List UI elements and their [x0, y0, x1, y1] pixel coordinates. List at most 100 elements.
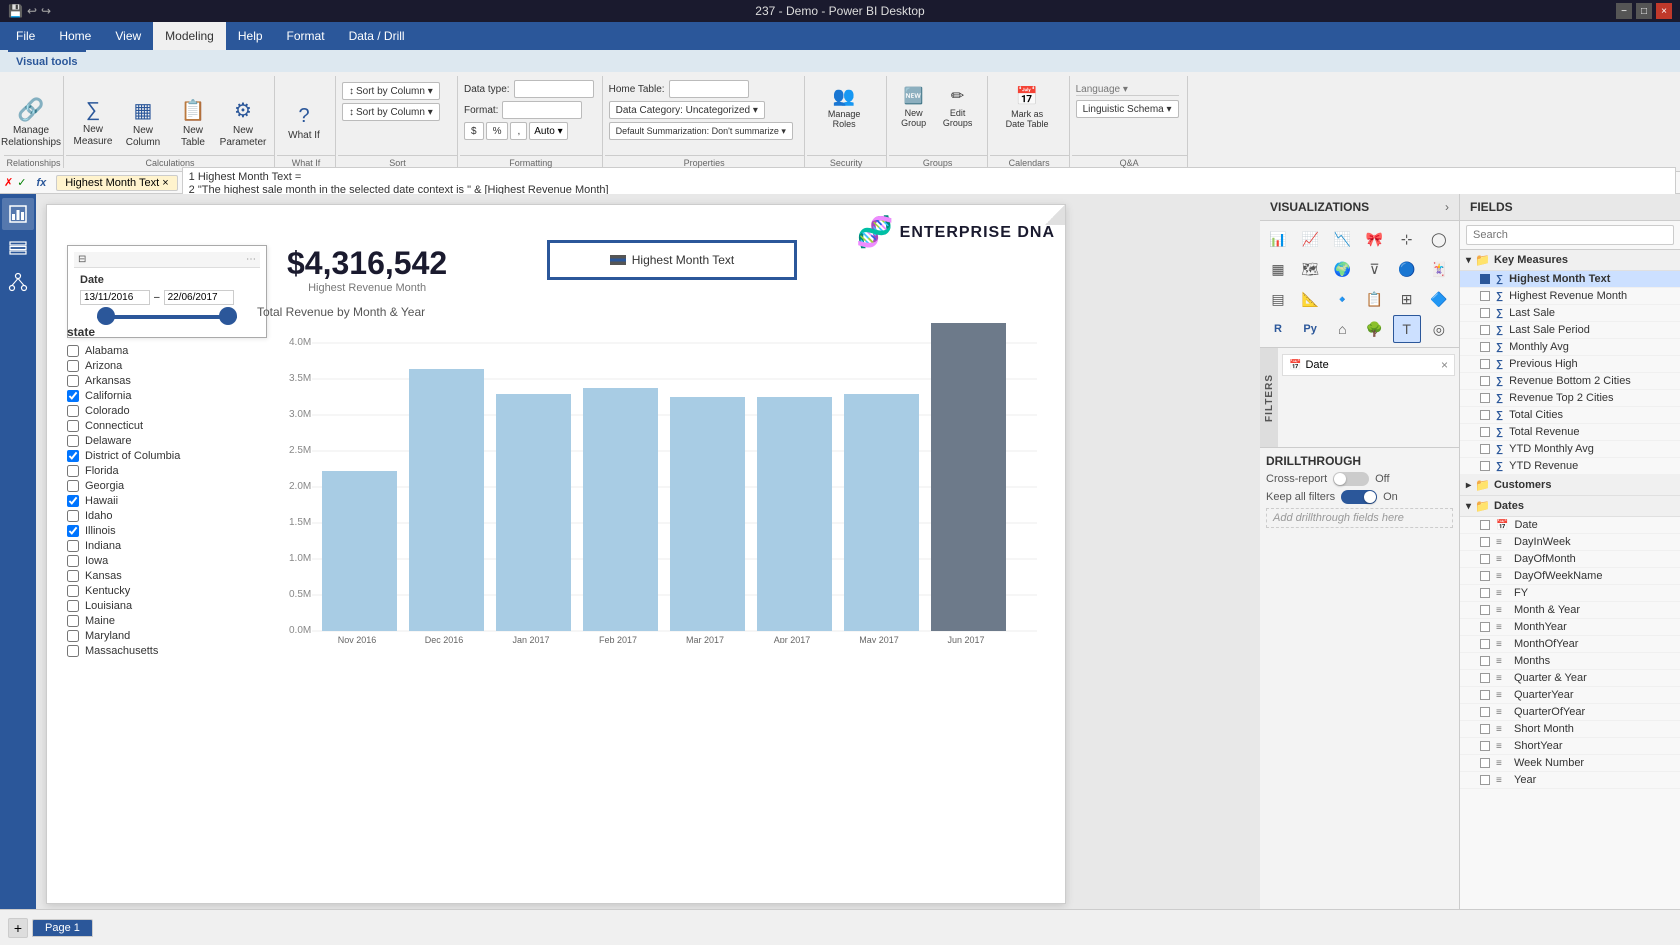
slicer-right-handle[interactable] [219, 307, 237, 325]
tree-item[interactable]: ∑Total Revenue [1460, 424, 1680, 441]
bar-apr2017[interactable] [757, 397, 832, 631]
tree-item[interactable]: ∑YTD Monthly Avg [1460, 441, 1680, 458]
state-checkbox[interactable] [67, 570, 79, 582]
state-item[interactable]: Kentucky [67, 585, 247, 597]
tree-item[interactable]: ≡Quarter & Year [1460, 670, 1680, 687]
tree-item[interactable]: ∑Last Sale [1460, 305, 1680, 322]
slicer-more-icon[interactable]: ⋯ [246, 254, 256, 265]
state-item[interactable]: Iowa [67, 555, 247, 567]
bar-dec2016[interactable] [409, 369, 484, 631]
state-checkbox[interactable] [67, 450, 79, 462]
tree-item[interactable]: ∑Highest Revenue Month [1460, 288, 1680, 305]
bar-may2017[interactable] [844, 394, 919, 631]
quick-access-undo[interactable]: ↩ [27, 4, 37, 18]
nav-model-icon[interactable] [2, 266, 34, 298]
mark-date-table-button[interactable]: 📅 Mark asDate Table [997, 82, 1057, 132]
viz-ribbon[interactable]: 🎀 [1360, 225, 1388, 253]
currency-button[interactable]: $ [464, 122, 484, 140]
state-item[interactable]: Colorado [67, 405, 247, 417]
state-item[interactable]: Connecticut [67, 420, 247, 432]
viz-card[interactable]: 🃏 [1425, 255, 1453, 283]
keep-filters-toggle[interactable] [1341, 490, 1377, 504]
state-item[interactable]: Idaho [67, 510, 247, 522]
state-checkbox[interactable] [67, 480, 79, 492]
viz-python[interactable]: Py [1296, 315, 1324, 343]
tree-item[interactable]: ∑YTD Revenue [1460, 458, 1680, 475]
state-item[interactable]: Kansas [67, 570, 247, 582]
state-item[interactable]: Maryland [67, 630, 247, 642]
state-checkbox[interactable] [67, 405, 79, 417]
viz-pie[interactable]: ◯ [1425, 225, 1453, 253]
state-checkbox[interactable] [67, 525, 79, 537]
date-to-input[interactable] [164, 290, 234, 305]
home-table-dropdown[interactable] [669, 80, 749, 98]
fields-search-input[interactable] [1466, 225, 1674, 245]
tree-item[interactable]: ≡FY [1460, 585, 1680, 602]
minimize-button[interactable]: − [1616, 3, 1632, 19]
tab-file[interactable]: File [4, 22, 47, 50]
tree-item[interactable]: 📅Date [1460, 517, 1680, 534]
state-item[interactable]: Hawaii [67, 495, 247, 507]
tree-item[interactable]: ≡MonthOfYear [1460, 636, 1680, 653]
state-item[interactable]: Indiana [67, 540, 247, 552]
viz-shape[interactable]: ◎ [1425, 315, 1453, 343]
viz-kpi[interactable]: 📐 [1296, 285, 1324, 313]
viz-r-script[interactable]: R [1264, 315, 1292, 343]
new-table-button[interactable]: 📋 NewTable [170, 92, 216, 154]
viz-map[interactable]: 🗺 [1296, 255, 1324, 283]
state-item[interactable]: Louisiana [67, 600, 247, 612]
filter-date-close[interactable]: × [1441, 358, 1448, 372]
bar-jan2017[interactable] [496, 394, 571, 631]
edit-groups-button[interactable]: ✏ EditGroups [937, 82, 979, 132]
viz-multirow-card[interactable]: ▤ [1264, 285, 1292, 313]
formula-confirm[interactable]: ✓ [17, 176, 26, 189]
tree-item[interactable]: ≡MonthYear [1460, 619, 1680, 636]
tab-view[interactable]: View [103, 22, 153, 50]
state-checkbox[interactable] [67, 375, 79, 387]
default-summarization-button[interactable]: Default Summarization: Don't summarize ▾ [609, 122, 793, 140]
state-item[interactable]: California [67, 390, 247, 402]
state-item[interactable]: Alabama [67, 345, 247, 357]
state-item[interactable]: Illinois [67, 525, 247, 537]
new-column-button[interactable]: ▦ NewColumn [120, 92, 166, 154]
add-page-button[interactable]: + [8, 918, 28, 938]
tree-item[interactable]: ∑Highest Month Text [1460, 271, 1680, 288]
new-measure-button[interactable]: ∑ NewMeasure [70, 92, 116, 154]
manage-relationships-button[interactable]: 🔗 ManageRelationships [8, 92, 54, 154]
tree-group-header[interactable]: ▾📁Dates [1460, 496, 1680, 517]
tree-item[interactable]: ≡Month & Year [1460, 602, 1680, 619]
state-checkbox[interactable] [67, 495, 79, 507]
state-checkbox[interactable] [67, 390, 79, 402]
nav-report-icon[interactable] [2, 198, 34, 230]
tree-item[interactable]: ∑Monthly Avg [1460, 339, 1680, 356]
tree-item[interactable]: ≡DayOfWeekName [1460, 568, 1680, 585]
nav-data-icon[interactable] [2, 232, 34, 264]
date-from-input[interactable] [80, 290, 150, 305]
maximize-button[interactable]: □ [1636, 3, 1652, 19]
tree-group-header[interactable]: ▾📁Key Measures [1460, 250, 1680, 271]
viz-filled-map[interactable]: 🌍 [1328, 255, 1356, 283]
state-checkbox[interactable] [67, 600, 79, 612]
page-tab-1[interactable]: Page 1 [32, 919, 93, 937]
state-checkbox[interactable] [67, 615, 79, 627]
viz-area[interactable]: 📉 [1328, 225, 1356, 253]
state-item[interactable]: Arkansas [67, 375, 247, 387]
state-item[interactable]: Florida [67, 465, 247, 477]
viz-line[interactable]: 📈 [1296, 225, 1324, 253]
canvas-resize-handle[interactable] [1045, 205, 1065, 225]
format-dropdown[interactable] [502, 101, 582, 119]
state-checkbox[interactable] [67, 420, 79, 432]
viz-waterfall[interactable]: 🔷 [1425, 285, 1453, 313]
percent-button[interactable]: % [486, 122, 509, 140]
close-button[interactable]: × [1656, 3, 1672, 19]
bar-mar2017[interactable] [670, 397, 745, 631]
manage-roles-button[interactable]: 👥 ManageRoles [814, 82, 874, 132]
tab-help[interactable]: Help [226, 22, 275, 50]
state-checkbox[interactable] [67, 360, 79, 372]
state-checkbox[interactable] [67, 465, 79, 477]
sort-by-column2-button[interactable]: ↕ Sort by Column ▾ [342, 103, 440, 121]
filter-date-item[interactable]: 📅 Date × [1282, 354, 1455, 376]
viz-table[interactable]: 📋 [1360, 285, 1388, 313]
tree-item[interactable]: ≡QuarterYear [1460, 687, 1680, 704]
tab-home[interactable]: Home [47, 22, 103, 50]
